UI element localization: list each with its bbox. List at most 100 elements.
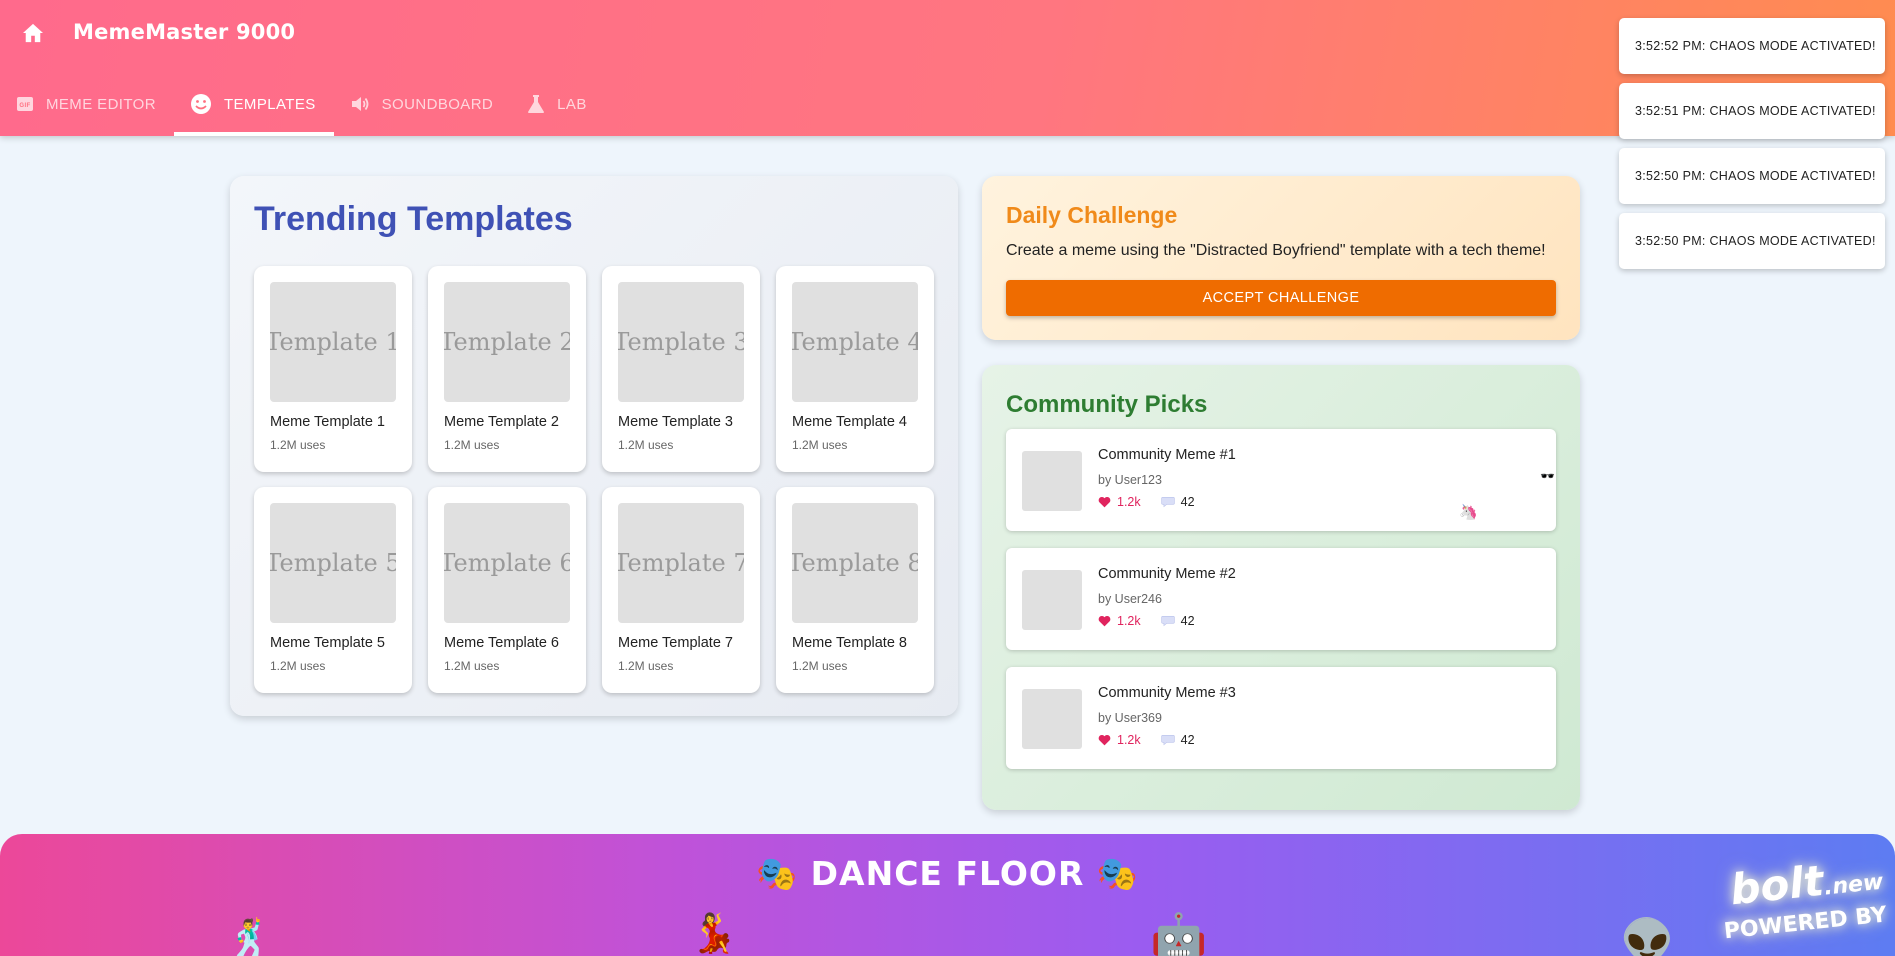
- comment-count: 42: [1180, 495, 1195, 509]
- meme-stats: 1.2k 42: [1098, 733, 1195, 747]
- alien-emoji: 👽: [1620, 918, 1675, 956]
- tab-label: SOUNDBOARD: [381, 95, 494, 113]
- template-name: Meme Template 2: [444, 414, 559, 430]
- template-uses: 1.2M uses: [618, 438, 674, 452]
- template-uses: 1.2M uses: [270, 438, 326, 452]
- template-uses: 1.2M uses: [792, 659, 848, 673]
- svg-text:GIF: GIF: [19, 103, 30, 109]
- speech-bubble-icon: [1160, 735, 1175, 746]
- tab-templates[interactable]: TEMPLATES: [173, 72, 334, 136]
- section-title: Daily Challenge: [1006, 202, 1178, 228]
- tab-label: LAB: [557, 95, 587, 113]
- template-thumbnail: Template 7: [618, 503, 744, 623]
- comment-button[interactable]: 42: [1160, 614, 1195, 628]
- flask-icon: [527, 94, 545, 114]
- template-grid: Template 1 Meme Template 1 1.2M uses Tem…: [254, 266, 934, 693]
- template-card[interactable]: Template 7 Meme Template 7 1.2M uses: [602, 487, 760, 693]
- meme-thumbnail: [1022, 689, 1082, 749]
- meme-thumbnail: [1022, 451, 1082, 511]
- accept-challenge-button[interactable]: ACCEPT CHALLENGE: [1006, 280, 1556, 316]
- comment-button[interactable]: 42: [1160, 495, 1195, 509]
- community-meme-card[interactable]: Community Meme #3 by User369 1.2k 42: [1006, 667, 1556, 769]
- like-button[interactable]: 1.2k: [1098, 495, 1141, 509]
- template-card[interactable]: Template 4 Meme Template 4 1.2M uses: [776, 266, 934, 472]
- dancer-man-emoji: 🕺: [226, 919, 274, 956]
- comment-count: 42: [1180, 733, 1195, 747]
- meme-title: Community Meme #3: [1098, 685, 1236, 701]
- dance-floor: 🎭 DANCE FLOOR 🎭 🕺 💃 🤖 👽 bolt.new POWERED…: [0, 834, 1895, 956]
- bolt-logo-text: bolt: [1728, 855, 1827, 915]
- meme-stats: 1.2k 42: [1098, 614, 1195, 628]
- home-button[interactable]: [18, 18, 48, 48]
- speaker-icon: [350, 94, 370, 114]
- community-picks-panel: Community Picks Community Meme #1 by Use…: [982, 365, 1580, 810]
- template-name: Meme Template 7: [618, 635, 733, 651]
- template-card[interactable]: Template 3 Meme Template 3 1.2M uses: [602, 266, 760, 472]
- meme-author: by User123: [1098, 473, 1162, 487]
- robot-emoji: 🤖: [1150, 911, 1208, 956]
- comment-count: 42: [1180, 614, 1195, 628]
- template-card[interactable]: Template 8 Meme Template 8 1.2M uses: [776, 487, 934, 693]
- app-title: MemeMaster 9000: [73, 20, 296, 44]
- toast-notification[interactable]: 3:52:52 PM: CHAOS MODE ACTIVATED!: [1619, 18, 1885, 74]
- template-thumbnail: Template 4: [792, 282, 918, 402]
- template-uses: 1.2M uses: [792, 438, 848, 452]
- template-name: Meme Template 6: [444, 635, 559, 651]
- toast-notification[interactable]: 3:52:51 PM: CHAOS MODE ACTIVATED!: [1619, 83, 1885, 139]
- daily-challenge-panel: Daily Challenge Create a meme using the …: [982, 176, 1580, 340]
- template-thumbnail: Template 8: [792, 503, 918, 623]
- template-thumbnail: Template 3: [618, 282, 744, 402]
- template-thumbnail: Template 1: [270, 282, 396, 402]
- template-uses: 1.2M uses: [618, 659, 674, 673]
- toast-notification[interactable]: 3:52:50 PM: CHAOS MODE ACTIVATED!: [1619, 148, 1885, 204]
- meme-author: by User369: [1098, 711, 1162, 725]
- like-button[interactable]: 1.2k: [1098, 614, 1141, 628]
- bolt-badge[interactable]: bolt.new POWERED BY: [1718, 854, 1888, 944]
- heart-icon: [1098, 496, 1111, 508]
- tab-lab[interactable]: LAB: [511, 72, 605, 136]
- main-tabs: GIF MEME EDITOR TEMPLATES SOUNDBOARD LAB: [0, 72, 605, 136]
- heart-icon: [1098, 734, 1111, 746]
- like-button[interactable]: 1.2k: [1098, 733, 1141, 747]
- sunglasses-emoji: 🕶️: [1540, 469, 1555, 483]
- template-card[interactable]: Template 2 Meme Template 2 1.2M uses: [428, 266, 586, 472]
- template-name: Meme Template 8: [792, 635, 907, 651]
- speech-bubble-icon: [1160, 616, 1175, 627]
- home-icon: [23, 23, 43, 43]
- template-name: Meme Template 3: [618, 414, 733, 430]
- template-card[interactable]: Template 5 Meme Template 5 1.2M uses: [254, 487, 412, 693]
- bolt-logo-suffix: .new: [1823, 869, 1885, 901]
- meme-title: Community Meme #1: [1098, 447, 1236, 463]
- tab-label: MEME EDITOR: [46, 95, 156, 113]
- section-title: Trending Templates: [254, 200, 573, 238]
- tab-meme-editor[interactable]: GIF MEME EDITOR: [0, 72, 174, 136]
- smiley-icon: [190, 93, 212, 115]
- heart-icon: [1098, 615, 1111, 627]
- template-name: Meme Template 1: [270, 414, 385, 430]
- speech-bubble-icon: [1160, 497, 1175, 508]
- meme-thumbnail: [1022, 570, 1082, 630]
- template-thumbnail: Template 5: [270, 503, 396, 623]
- tab-soundboard[interactable]: SOUNDBOARD: [334, 72, 512, 136]
- trending-templates-panel: Trending Templates Template 1 Meme Templ…: [230, 176, 958, 716]
- community-meme-card[interactable]: Community Meme #1 by User123 1.2k 42 🕶️ …: [1006, 429, 1556, 531]
- gif-icon: GIF: [16, 95, 34, 113]
- template-name: Meme Template 4: [792, 414, 907, 430]
- template-uses: 1.2M uses: [444, 659, 500, 673]
- template-card[interactable]: Template 1 Meme Template 1 1.2M uses: [254, 266, 412, 472]
- toast-notification[interactable]: 3:52:50 PM: CHAOS MODE ACTIVATED!: [1619, 213, 1885, 269]
- dance-floor-title: 🎭 DANCE FLOOR 🎭: [756, 854, 1139, 893]
- dancer-woman-emoji: 💃: [690, 913, 738, 955]
- community-meme-card[interactable]: Community Meme #2 by User246 1.2k 42: [1006, 548, 1556, 650]
- template-name: Meme Template 5: [270, 635, 385, 651]
- comment-button[interactable]: 42: [1160, 733, 1195, 747]
- challenge-description: Create a meme using the "Distracted Boyf…: [1006, 242, 1546, 259]
- meme-stats: 1.2k 42: [1098, 495, 1195, 509]
- template-uses: 1.2M uses: [270, 659, 326, 673]
- app-header: MemeMaster 9000 GIF MEME EDITOR TEMPLATE…: [0, 0, 1895, 136]
- tab-label: TEMPLATES: [223, 95, 316, 113]
- template-card[interactable]: Template 6 Meme Template 6 1.2M uses: [428, 487, 586, 693]
- meme-author: by User246: [1098, 592, 1162, 606]
- notification-stack: 3:52:52 PM: CHAOS MODE ACTIVATED! 3:52:5…: [1619, 18, 1885, 278]
- like-count: 1.2k: [1117, 614, 1141, 628]
